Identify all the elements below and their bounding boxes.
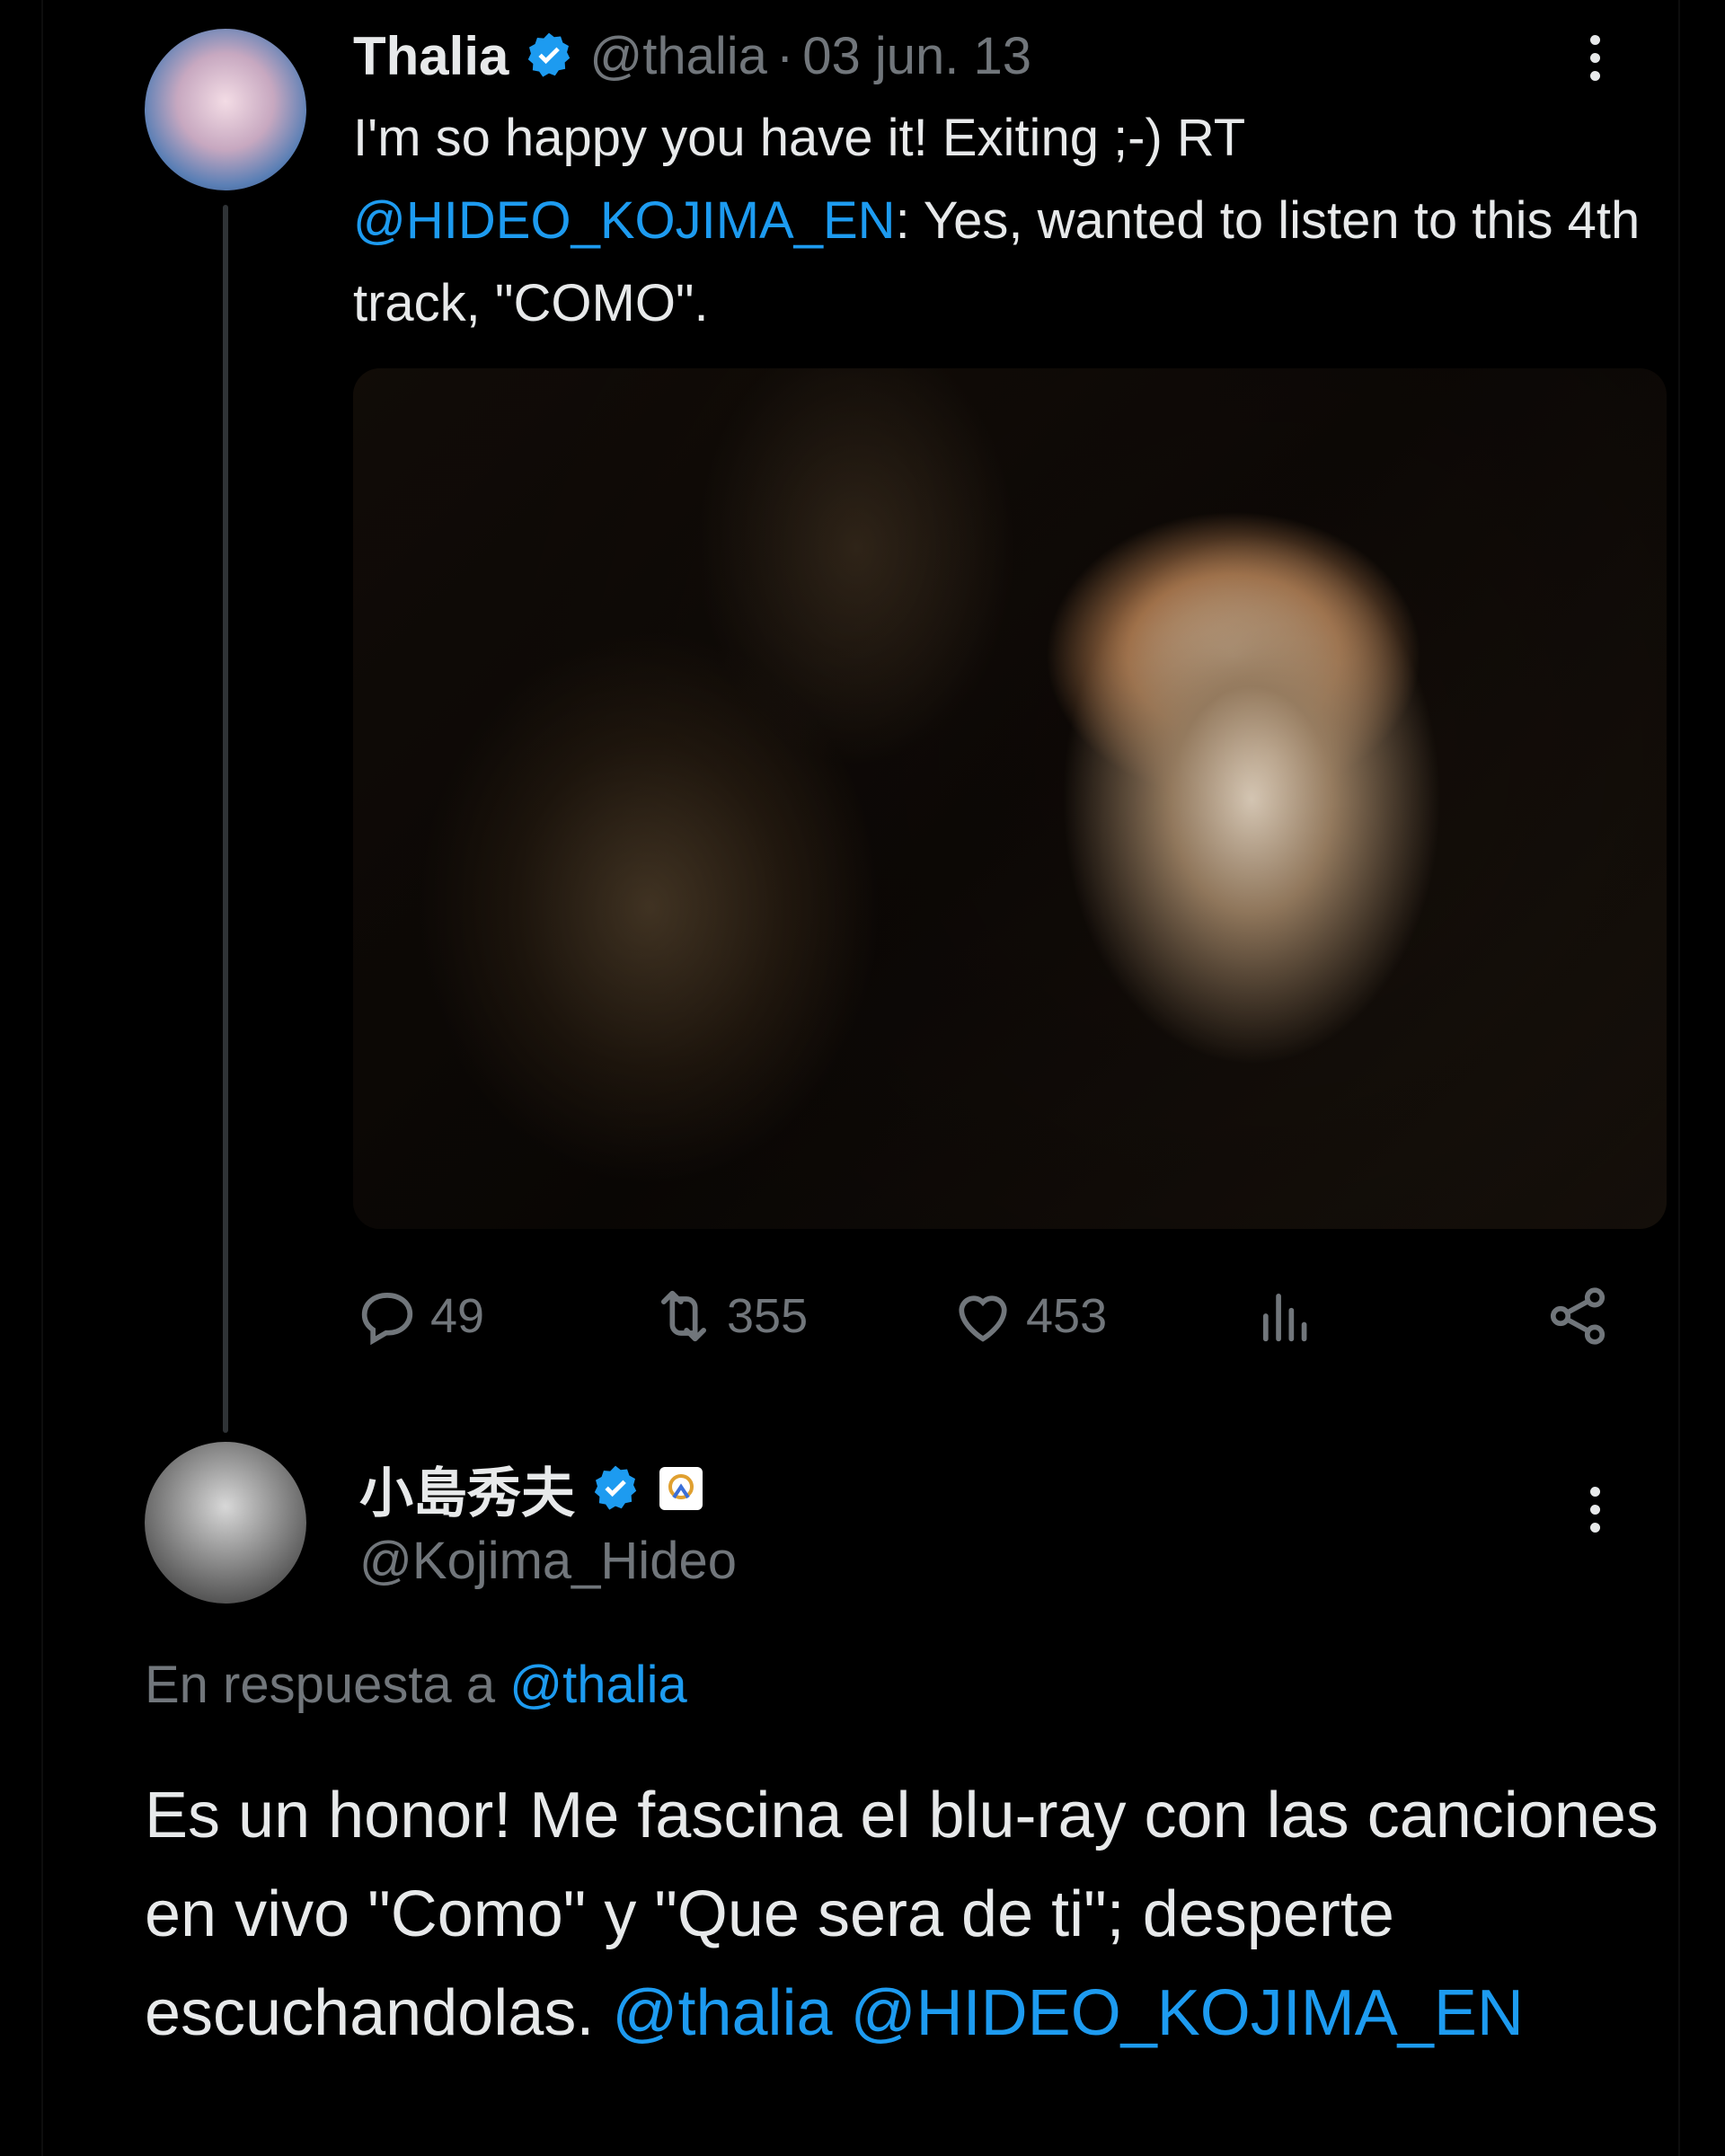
thread-connector-line	[223, 205, 228, 1433]
avatar-thalia[interactable]	[145, 29, 306, 190]
reply-button[interactable]: 49	[353, 1276, 484, 1356]
handle[interactable]: @thalia	[589, 26, 767, 86]
meta-separator: ·	[775, 26, 794, 85]
like-button[interactable]: 453	[949, 1276, 1107, 1356]
mention-link[interactable]: @HIDEO_KOJIMA_EN	[851, 1977, 1524, 2049]
tweet-text-part: I'm so happy you have it! Exiting ;-) RT	[353, 109, 1246, 167]
reply-mention-link[interactable]: @thalia	[509, 1656, 687, 1714]
like-count: 453	[1026, 1289, 1108, 1343]
tweet-date[interactable]: 03 jun. 13	[802, 26, 1031, 86]
retweet-icon	[660, 1290, 707, 1342]
affiliate-badge-icon[interactable]	[659, 1467, 703, 1510]
like-icon	[959, 1295, 1007, 1342]
reply-count: 49	[430, 1289, 485, 1343]
reply-context: En respuesta a @thalia	[145, 1655, 687, 1715]
tweet-text: I'm so happy you have it! Exiting ;-) RT…	[353, 97, 1665, 345]
reply-icon	[361, 1293, 413, 1346]
timeline-column: Thalia @thalia · 03 jun. 13 I'm so happy…	[41, 0, 1680, 2156]
mention-link[interactable]: @HIDEO_KOJIMA_EN	[353, 191, 896, 250]
retweet-button[interactable]: 355	[650, 1276, 808, 1356]
mention-link[interactable]: @thalia	[612, 1977, 832, 2049]
handle[interactable]: @Kojima_Hideo	[359, 1531, 737, 1591]
tweet-header: 小島秀夫	[359, 1451, 703, 1526]
tweet-media-image[interactable]	[353, 368, 1667, 1229]
tweet-actions: 49 355 453	[353, 1276, 1611, 1356]
share-icon	[1550, 1287, 1606, 1345]
more-options-icon[interactable]	[1577, 22, 1613, 93]
more-options-icon[interactable]	[1577, 1473, 1613, 1545]
tweet-text: Es un honor! Me fascina el blu-ray con l…	[145, 1766, 1672, 2063]
views-button[interactable]	[1252, 1276, 1329, 1356]
display-name[interactable]: Thalia	[353, 25, 509, 87]
views-icon	[1262, 1293, 1307, 1342]
share-button[interactable]	[1544, 1276, 1621, 1356]
reply-prefix: En respuesta a	[145, 1656, 496, 1714]
verified-badge-icon	[528, 32, 571, 77]
retweet-count: 355	[727, 1289, 809, 1343]
tweet-header: Thalia @thalia · 03 jun. 13	[353, 20, 1031, 92]
avatar-kojima[interactable]	[145, 1442, 306, 1604]
media-shading	[353, 368, 1667, 1229]
display-name[interactable]: 小島秀夫	[359, 1450, 575, 1528]
verified-badge-icon	[594, 1465, 637, 1510]
